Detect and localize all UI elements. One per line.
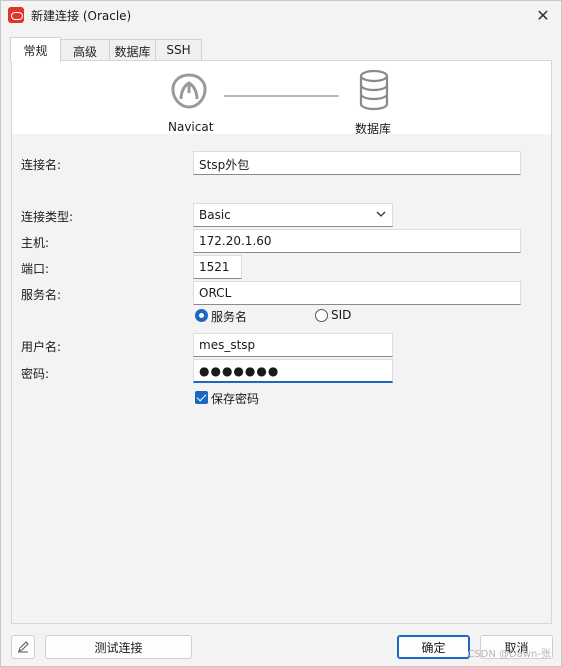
tab-general[interactable]: 常规 (10, 37, 61, 62)
connection-type-value: Basic (199, 208, 231, 222)
service-name-input[interactable]: ORCL (193, 281, 521, 305)
connection-banner: Navicat 数据库 (12, 61, 551, 136)
port-input[interactable]: 1521 (193, 255, 242, 279)
oracle-app-icon (8, 7, 24, 23)
chevron-down-icon (376, 211, 386, 217)
tab-ssh[interactable]: SSH (155, 39, 202, 61)
save-password-checkbox[interactable] (195, 391, 208, 404)
password-label: 密码: (21, 367, 50, 381)
username-label: 用户名: (21, 340, 62, 354)
username-input[interactable]: mes_stsp (193, 333, 393, 357)
radio-service-name-label: 服务名 (211, 310, 248, 324)
port-label: 端口: (21, 262, 50, 276)
radio-sid-label: SID (331, 308, 352, 322)
radio-service-name[interactable] (195, 309, 208, 322)
database-icon (359, 69, 389, 111)
watermark: CSDN @Dawn-张 (467, 649, 551, 660)
connection-name-label: 连接名: (21, 158, 62, 172)
ok-button[interactable]: 确定 (397, 635, 470, 659)
pencil-icon (18, 641, 29, 653)
save-password-label: 保存密码 (211, 392, 260, 406)
connection-name-input[interactable]: Stsp外包 (193, 151, 521, 175)
test-connection-button[interactable]: 测试连接 (45, 635, 192, 659)
radio-sid[interactable] (315, 309, 328, 322)
navicat-label: Navicat (168, 120, 214, 134)
connection-type-select[interactable]: Basic (193, 203, 393, 227)
tab-database[interactable]: 数据库 (109, 39, 156, 61)
service-name-label: 服务名: (21, 288, 62, 302)
close-icon[interactable]: ✕ (531, 4, 555, 26)
connector-line (224, 95, 339, 97)
host-label: 主机: (21, 236, 50, 250)
connection-dialog: 新建连接 (Oracle) ✕ 常规 高级 数据库 SSH Navicat 数据… (0, 0, 562, 667)
password-input[interactable]: ●●●●●●● (193, 359, 393, 383)
tab-advanced[interactable]: 高级 (60, 39, 110, 61)
host-input[interactable]: 172.20.1.60 (193, 229, 521, 253)
title-bar: 新建连接 (Oracle) ✕ (1, 1, 561, 29)
edit-connection-icon[interactable] (11, 635, 35, 659)
connection-type-label: 连接类型: (21, 210, 74, 224)
window-title: 新建连接 (Oracle) (31, 9, 132, 23)
navicat-logo-icon (171, 73, 207, 109)
